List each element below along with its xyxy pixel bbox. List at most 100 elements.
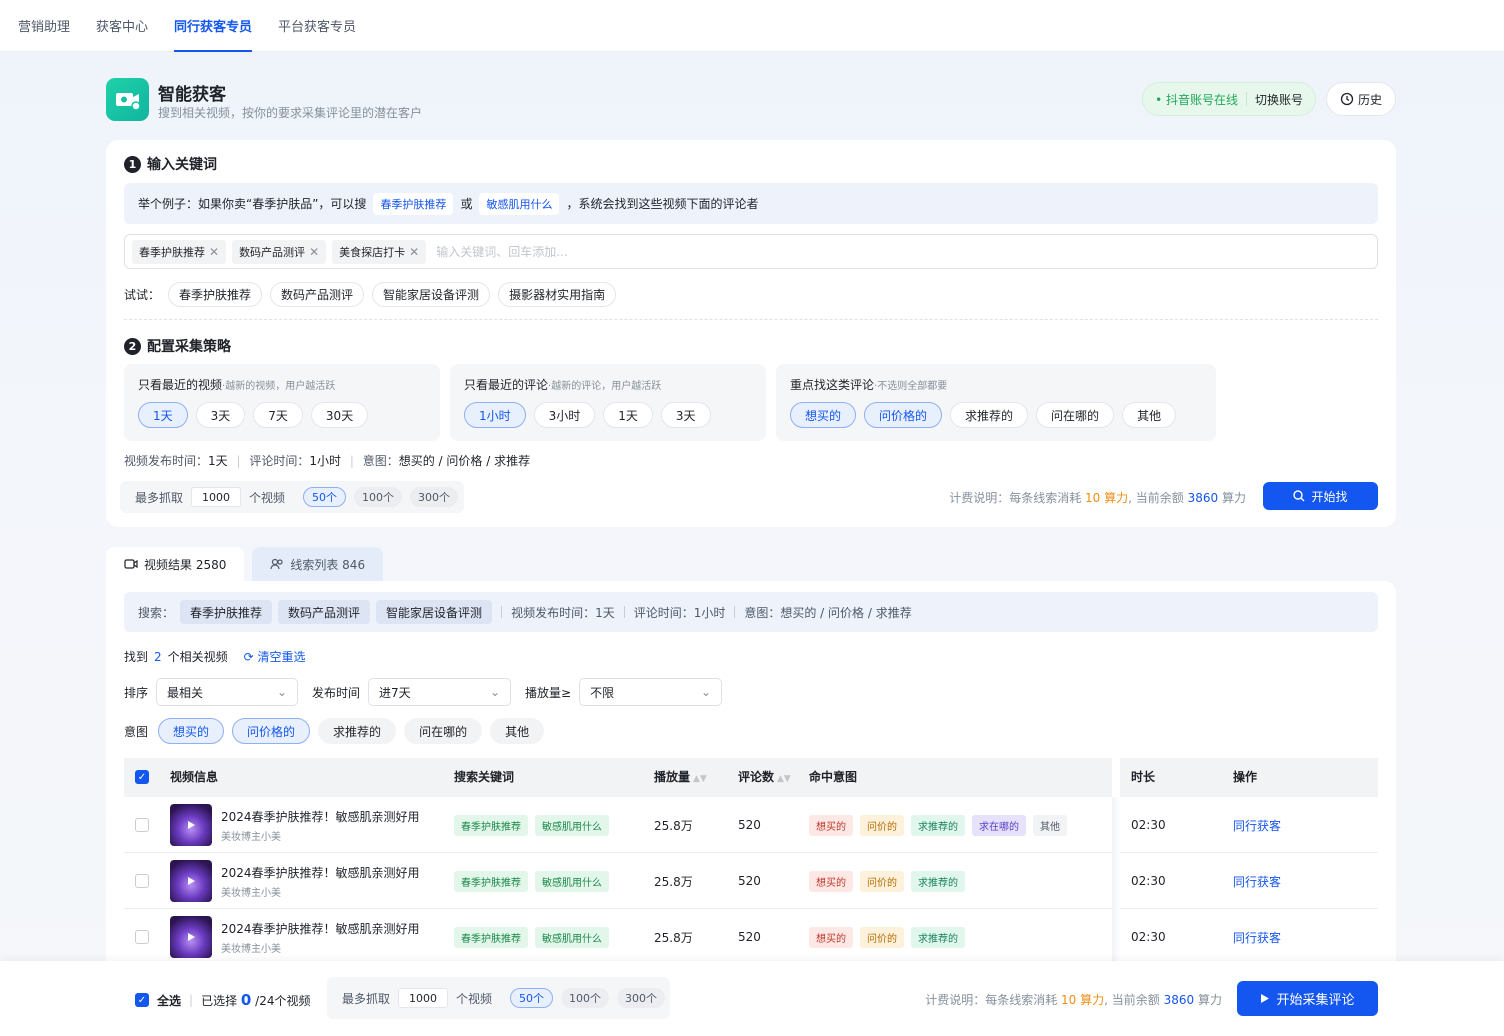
suggestion-chip[interactable]: 摄影器材实用指南 xyxy=(498,282,617,307)
intent-filter-other[interactable]: 其他 xyxy=(490,718,545,744)
option-video-3d[interactable]: 3天 xyxy=(195,402,246,428)
row-checkbox[interactable] xyxy=(135,874,149,888)
keyword-tag: 美食探店打卡 ✕ xyxy=(332,239,427,264)
publish-time-select[interactable]: 进7天 ⌄ xyxy=(368,678,512,706)
keyword-tag: 春季护肤推荐 ✕ xyxy=(132,239,227,264)
option-comment-1d[interactable]: 1天 xyxy=(603,402,653,428)
option-comment-3h[interactable]: 3小时 xyxy=(533,402,596,428)
close-icon[interactable]: ✕ xyxy=(209,245,219,259)
account-status-pill: • 抖音账号在线 切换账号 xyxy=(1142,82,1316,116)
bottom-grab-count-input[interactable]: 1000 xyxy=(398,988,449,1008)
example-chip[interactable]: 敏感肌用什么 xyxy=(479,192,560,215)
option-intent-other[interactable]: 其他 xyxy=(1122,402,1177,428)
intent-badge: 问价的 xyxy=(860,870,904,892)
peer-acquire-link[interactable]: 同行获客 xyxy=(1233,909,1281,965)
option-intent-price[interactable]: 问价格的 xyxy=(864,402,943,428)
close-icon[interactable]: ✕ xyxy=(409,245,419,259)
peer-acquire-link[interactable]: 同行获客 xyxy=(1233,797,1281,853)
table-row: 2024春季护肤推荐！敏感肌亲测好用 美妆博主小美 春季护肤推荐 敏感肌用什么 2… xyxy=(124,797,1378,853)
switch-account-button[interactable]: 切换账号 xyxy=(1255,91,1303,108)
intent-filter-price[interactable]: 问价格的 xyxy=(232,718,311,744)
comments-column-sort[interactable]: 评论数 ▲▼ xyxy=(738,758,791,797)
keyword-example: 举个例子：如果你卖“春季护肤品”，可以搜 春季护肤推荐 或 敏感肌用什么 ，系统… xyxy=(124,183,1378,224)
bottom-grab-50-option[interactable]: 50个 xyxy=(510,988,554,1008)
app-logo-icon xyxy=(106,78,149,121)
video-title[interactable]: 2024春季护肤推荐！敏感肌亲测好用 xyxy=(221,808,420,825)
suggestion-chip[interactable]: 春季护肤推荐 xyxy=(168,282,263,307)
fee-note: 计费说明：每条线索消耗 10 算力, 当前余额 3860 算力 xyxy=(949,491,1246,505)
example-chip[interactable]: 春季护肤推荐 xyxy=(373,192,454,215)
video-title[interactable]: 2024春季护肤推荐！敏感肌亲测好用 xyxy=(221,864,420,881)
nav-tab-peer-acquisition[interactable]: 同行获客专员 xyxy=(174,0,253,52)
suggestion-chip[interactable]: 智能家居设备评测 xyxy=(372,282,491,307)
select-all-checkbox[interactable]: ✓ xyxy=(135,770,149,784)
video-author: 美妆博主小美 xyxy=(221,887,281,899)
plays-column-sort[interactable]: 播放量 ▲▼ xyxy=(654,758,707,797)
keyword-input[interactable] xyxy=(436,244,737,259)
filter-row: 排序 最相关 ⌄ 发布时间 进7天 ⌄ 播放量≥ 不限 ⌄ xyxy=(124,678,736,706)
step1-title: 1 输入关键词 xyxy=(124,154,217,174)
select-all-label[interactable]: 全选 xyxy=(157,992,181,1009)
keyword-badge: 春季护肤推荐 xyxy=(454,926,528,948)
keyword-badge: 春季护肤推荐 xyxy=(454,870,528,892)
option-video-30d[interactable]: 30天 xyxy=(310,402,369,428)
bottom-grab-100-option[interactable]: 100个 xyxy=(561,988,610,1008)
option-video-7d[interactable]: 7天 xyxy=(253,402,303,428)
intent-filter-where[interactable]: 问在哪的 xyxy=(404,718,483,744)
sort-select[interactable]: 最相关 ⌄ xyxy=(156,678,299,706)
suggestion-chip[interactable]: 数码产品测评 xyxy=(270,282,365,307)
play-count-select[interactable]: 不限 ⌄ xyxy=(579,678,723,706)
start-collect-comments-button[interactable]: 开始采集评论 xyxy=(1237,981,1378,1016)
tab-video-results[interactable]: 视频结果 2580 xyxy=(106,547,245,581)
video-thumbnail[interactable] xyxy=(170,916,212,958)
table-row: 2024春季护肤推荐！敏感肌亲测好用 美妆博主小美 春季护肤推荐 敏感肌用什么 2… xyxy=(124,853,1378,909)
intent-badge: 想买的 xyxy=(809,870,853,892)
intent-filter-row: 意图 想买的 问价格的 求推荐的 问在哪的 其他 xyxy=(124,718,545,744)
clear-reset-button[interactable]: ⟳ 清空重选 xyxy=(244,648,306,665)
peer-acquire-link[interactable]: 同行获客 xyxy=(1233,853,1281,909)
results-card: 搜索： 春季护肤推荐 数码产品测评 智能家居设备评测 视频发布时间：1天 评论时… xyxy=(106,581,1396,971)
users-icon xyxy=(270,558,283,570)
grab-300-option[interactable]: 300个 xyxy=(410,487,459,507)
table-header: ✓ 视频信息 搜索关键词 播放量 ▲▼ 评论数 ▲▼ 命中意图 时长 操作 xyxy=(124,758,1378,797)
intent-badge: 问价的 xyxy=(860,926,904,948)
suggestion-row: 试试： 春季护肤推荐 数码产品测评 智能家居设备评测 摄影器材实用指南 xyxy=(124,282,617,307)
bottom-action-bar: ✓ 全选 | 已选择 0 /24个视频 最多抓取 1000 个视频 50个 10… xyxy=(0,961,1504,1036)
option-intent-where[interactable]: 问在哪的 xyxy=(1036,402,1115,428)
start-search-button[interactable]: 开始找 xyxy=(1263,482,1378,510)
grab-limit: 最多抓取 1000 个视频 50个 100个 300个 xyxy=(120,481,464,513)
row-checkbox[interactable] xyxy=(135,930,149,944)
option-video-1d[interactable]: 1天 xyxy=(138,402,188,428)
play-count: 25.8万 xyxy=(654,874,693,889)
search-icon xyxy=(1293,490,1305,502)
tab-lead-list[interactable]: 线索列表 846 xyxy=(252,547,384,581)
strategy-summary: 视频发布时间：1天 | 评论时间：1小时 | 意图：想买的 / 问价格 / 求推… xyxy=(124,454,531,468)
bottom-grab-300-option[interactable]: 300个 xyxy=(617,988,666,1008)
grab-50-option[interactable]: 50个 xyxy=(303,487,347,507)
nav-tab-platform-acquisition[interactable]: 平台获客专员 xyxy=(278,0,356,52)
config-card: 1 输入关键词 举个例子：如果你卖“春季护肤品”，可以搜 春季护肤推荐 或 敏感肌… xyxy=(106,140,1396,527)
option-comment-1h[interactable]: 1小时 xyxy=(464,402,526,428)
option-intent-buy[interactable]: 想买的 xyxy=(790,402,857,428)
intent-filter-buy[interactable]: 想买的 xyxy=(158,718,225,744)
intent-filter-recommend[interactable]: 求推荐的 xyxy=(318,718,397,744)
video-thumbnail[interactable] xyxy=(170,804,212,846)
bottom-fee-note: 计费说明：每条线索消耗 10 算力, 当前余额 3860 算力 xyxy=(925,993,1222,1007)
history-button[interactable]: 历史 xyxy=(1326,82,1396,116)
row-checkbox[interactable] xyxy=(135,818,149,832)
keyword-badge: 敏感肌用什么 xyxy=(535,926,609,948)
video-title[interactable]: 2024春季护肤推荐！敏感肌亲测好用 xyxy=(221,920,420,937)
option-comment-3d[interactable]: 3天 xyxy=(660,402,711,428)
option-intent-recommend[interactable]: 求推荐的 xyxy=(950,402,1029,428)
video-thumbnail[interactable] xyxy=(170,860,212,902)
nav-tab-customer-center[interactable]: 获客中心 xyxy=(96,0,148,52)
duration: 02:30 xyxy=(1131,930,1166,944)
grab-count-input[interactable]: 1000 xyxy=(191,487,242,507)
chevron-down-icon: ⌄ xyxy=(701,685,712,699)
close-icon[interactable]: ✕ xyxy=(309,245,319,259)
select-all-bottom-checkbox[interactable]: ✓ xyxy=(135,993,149,1007)
sort-icon: ▲▼ xyxy=(777,774,791,784)
grab-100-option[interactable]: 100个 xyxy=(354,487,403,507)
nav-tab-marketing[interactable]: 营销助理 xyxy=(18,0,70,52)
keyword-input-box[interactable]: 春季护肤推荐 ✕ 数码产品测评 ✕ 美食探店打卡 ✕ xyxy=(124,234,1378,269)
